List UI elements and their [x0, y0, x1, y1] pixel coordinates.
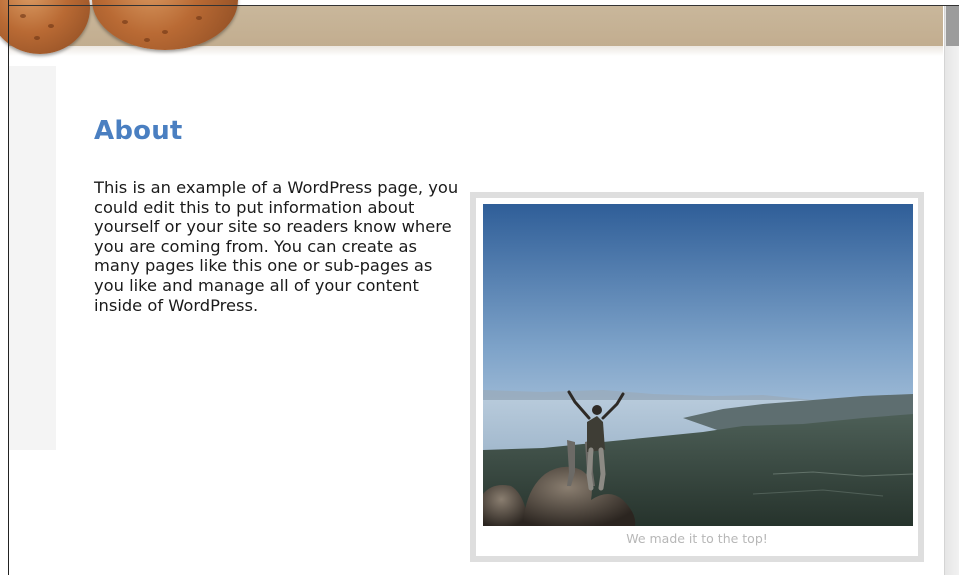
summit-photo — [483, 204, 913, 526]
scrollbar-thumb[interactable] — [946, 6, 959, 46]
page-title: About — [94, 116, 183, 146]
page-body-text: This is an example of a WordPress page, … — [94, 178, 459, 315]
mountain-landscape-image — [483, 204, 913, 526]
sidebar-panel — [9, 66, 56, 450]
scrollbar[interactable] — [944, 6, 959, 575]
browser-frame: About This is an example of a WordPress … — [0, 0, 959, 575]
window-top-border — [8, 5, 959, 6]
photo-frame: We made it to the top! — [470, 192, 924, 562]
photo-caption: We made it to the top! — [626, 531, 768, 546]
